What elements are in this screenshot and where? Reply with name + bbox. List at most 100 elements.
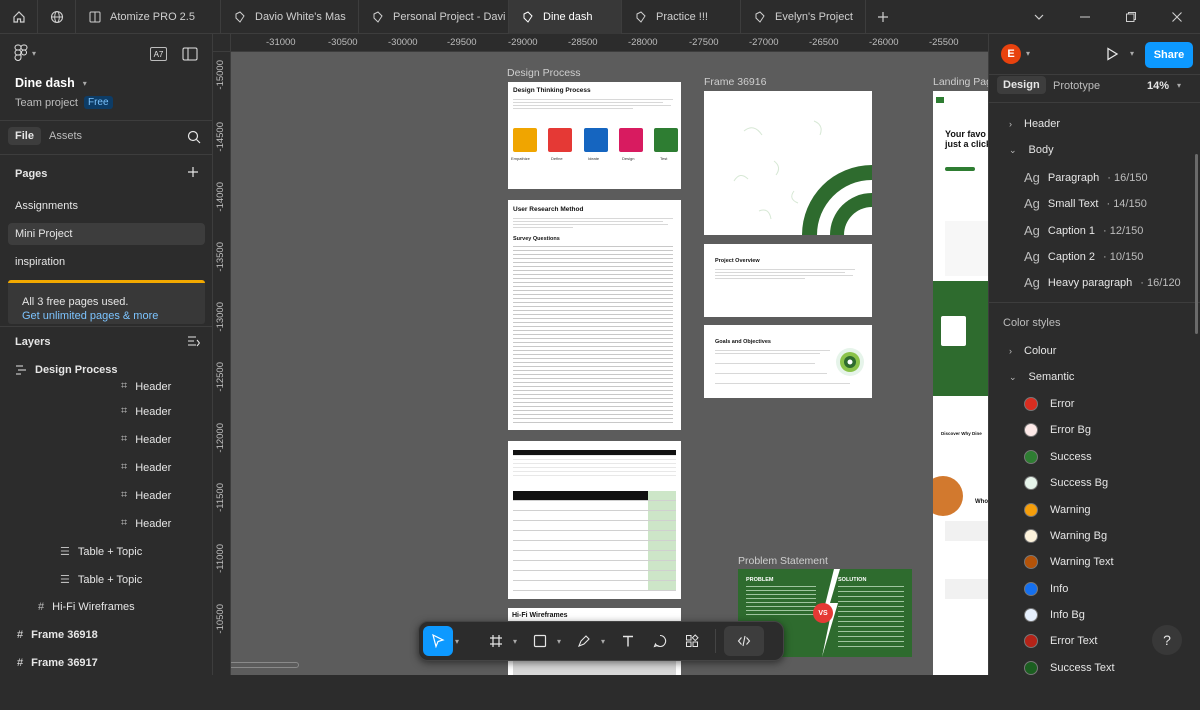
layer-header[interactable]: ⌗ Header xyxy=(121,517,171,530)
file-name[interactable]: Dine dash ▾ xyxy=(15,76,93,90)
frame-label-36916[interactable]: Frame 36916 xyxy=(704,76,766,88)
avatar[interactable]: E xyxy=(1001,44,1021,64)
tab-prototype[interactable]: Prototype xyxy=(1053,80,1100,92)
color-group-semantic[interactable]: ⌄ Semantic xyxy=(1009,371,1074,383)
layer-header[interactable]: ⌗ Header xyxy=(121,433,171,446)
layer-design-process[interactable]: Design Process xyxy=(15,364,118,376)
layer-table-topic[interactable]: ☰ Table + Topic xyxy=(60,545,142,559)
frame-label-landing[interactable]: Landing Pag xyxy=(933,76,988,88)
ruler-tick: -26500 xyxy=(809,37,839,48)
page-item-inspiration[interactable]: inspiration xyxy=(15,256,65,268)
tab-davio[interactable]: Davio White's Mas xyxy=(221,0,359,34)
panel-scrollbar[interactable] xyxy=(1195,154,1198,334)
layer-frame-36917[interactable]: # Frame 36917 xyxy=(17,657,98,669)
share-button[interactable]: Share xyxy=(1145,42,1193,68)
ruler-tick: -29000 xyxy=(508,37,538,48)
tab-atomize[interactable]: Atomize PRO 2.5 xyxy=(76,0,221,34)
move-tool[interactable] xyxy=(423,626,453,656)
chevron-down-icon[interactable]: ▾ xyxy=(1026,49,1036,58)
project-overview-frame[interactable]: Project Overview xyxy=(704,244,872,317)
dev-mode-toggle[interactable] xyxy=(724,626,764,656)
frame-heading: User Research Method xyxy=(513,206,584,213)
table-topic-frame[interactable] xyxy=(508,441,681,599)
color-style-item[interactable]: Info xyxy=(1024,582,1068,596)
upsell-link[interactable]: Get unlimited pages & more xyxy=(22,310,158,322)
color-style-item[interactable]: Error Bg xyxy=(1024,423,1091,437)
zoom-level[interactable]: 14% xyxy=(1147,80,1169,92)
layer-hifi[interactable]: # Hi-Fi Wireframes xyxy=(38,601,135,613)
page-item-assignments[interactable]: Assignments xyxy=(15,200,78,212)
page-item-mini-project[interactable]: Mini Project xyxy=(15,228,72,240)
chevron-down-icon[interactable]: ▾ xyxy=(1177,81,1187,90)
tab-personal[interactable]: Personal Project - Davi xyxy=(359,0,509,34)
design-thinking-frame[interactable]: Design Thinking Process Empathize Define… xyxy=(508,82,681,189)
layer-table-topic[interactable]: ☰ Table + Topic xyxy=(60,573,142,587)
actions-tool[interactable] xyxy=(677,626,707,656)
new-tab-icon[interactable] xyxy=(866,0,900,34)
style-group-header[interactable]: › Header xyxy=(1009,118,1060,130)
brand-arc-graphic xyxy=(733,120,872,235)
color-style-item[interactable]: Success Bg xyxy=(1024,476,1108,490)
color-style-item[interactable]: Error Text xyxy=(1024,634,1097,648)
help-button[interactable]: ? xyxy=(1152,625,1182,655)
pen-tool[interactable] xyxy=(569,626,599,656)
ai-icon[interactable]: A7 xyxy=(150,47,167,61)
text-style-caption1[interactable]: Ag Caption 1 · 12/150 xyxy=(1024,223,1143,238)
color-style-item[interactable]: Warning Bg xyxy=(1024,529,1107,543)
goals-frame[interactable]: Goals and Objectives xyxy=(704,325,872,398)
color-style-item[interactable]: Success Text xyxy=(1024,661,1115,675)
layer-header[interactable]: ⌗ Header xyxy=(121,461,171,474)
landing-page-frame[interactable]: Your favo just a click Discover Why Dine… xyxy=(933,91,988,675)
present-icon[interactable] xyxy=(1105,47,1119,64)
frame-tool[interactable] xyxy=(481,626,511,656)
tab-dine-dash[interactable]: Dine dash xyxy=(509,0,622,34)
collapse-layers-icon[interactable] xyxy=(187,335,201,350)
layer-header[interactable]: ⌗ Header xyxy=(121,489,171,502)
home-icon[interactable] xyxy=(0,0,38,34)
text-tool[interactable] xyxy=(613,626,643,656)
minimize-icon[interactable] xyxy=(1062,0,1108,34)
add-page-icon[interactable] xyxy=(187,166,199,181)
color-style-item[interactable]: Success xyxy=(1024,450,1092,464)
horizontal-scrollbar[interactable] xyxy=(231,662,299,668)
color-style-item[interactable]: Warning Text xyxy=(1024,555,1114,569)
color-group-colour[interactable]: › Colour xyxy=(1009,345,1056,357)
color-style-item[interactable]: Warning xyxy=(1024,503,1091,517)
tab-evelyn[interactable]: Evelyn's Project xyxy=(741,0,866,34)
frame-label-design-process[interactable]: Design Process xyxy=(507,67,581,79)
chevron-down-icon[interactable]: ▾ xyxy=(455,637,465,646)
user-research-frame[interactable]: User Research Method Survey Questions xyxy=(508,200,681,430)
canvas[interactable]: Design Process Frame 36916 Landing Pag D… xyxy=(231,52,988,675)
color-style-item[interactable]: Info Bg xyxy=(1024,608,1085,622)
chevron-down-icon[interactable]: ▾ xyxy=(1130,49,1140,58)
search-icon[interactable] xyxy=(187,130,201,147)
tab-design[interactable]: Design xyxy=(997,76,1046,94)
chevron-down-icon[interactable]: ▾ xyxy=(557,637,567,646)
chevron-down-icon[interactable]: ▾ xyxy=(601,637,611,646)
text-style-caption2[interactable]: Ag Caption 2 · 10/150 xyxy=(1024,249,1143,264)
tab-assets[interactable]: Assets xyxy=(49,130,82,142)
tab-file[interactable]: File xyxy=(8,127,41,145)
chevron-down-icon[interactable]: ▾ xyxy=(513,637,523,646)
sidebar-toggle-icon[interactable] xyxy=(182,47,198,64)
layer-header[interactable]: ⌗ Header xyxy=(121,380,171,393)
text-style-small[interactable]: Ag Small Text · 14/150 xyxy=(1024,196,1147,211)
layer-header[interactable]: ⌗ Header xyxy=(121,405,171,418)
tab-label: Davio White's Mas xyxy=(255,10,346,23)
close-icon[interactable] xyxy=(1154,0,1200,34)
frame-36916[interactable] xyxy=(704,91,872,235)
main-menu-button[interactable]: ▾ xyxy=(14,44,42,62)
shape-tool[interactable] xyxy=(525,626,555,656)
layer-frame-36918[interactable]: # Frame 36918 xyxy=(17,629,98,641)
frame-label-problem[interactable]: Problem Statement xyxy=(738,555,828,567)
text-style-paragraph[interactable]: Ag Paragraph · 16/150 xyxy=(1024,170,1148,185)
tab-practice[interactable]: Practice !!! xyxy=(622,0,741,34)
globe-icon[interactable] xyxy=(38,0,76,34)
comment-tool[interactable] xyxy=(645,626,675,656)
color-swatch xyxy=(1024,661,1038,675)
color-style-item[interactable]: Error xyxy=(1024,397,1074,411)
restore-icon[interactable] xyxy=(1108,0,1154,34)
style-group-body[interactable]: ⌄ Body xyxy=(1009,144,1054,156)
text-style-heavy[interactable]: Ag Heavy paragraph · 16/120 xyxy=(1024,275,1181,290)
chevron-down-icon[interactable] xyxy=(1016,0,1062,34)
